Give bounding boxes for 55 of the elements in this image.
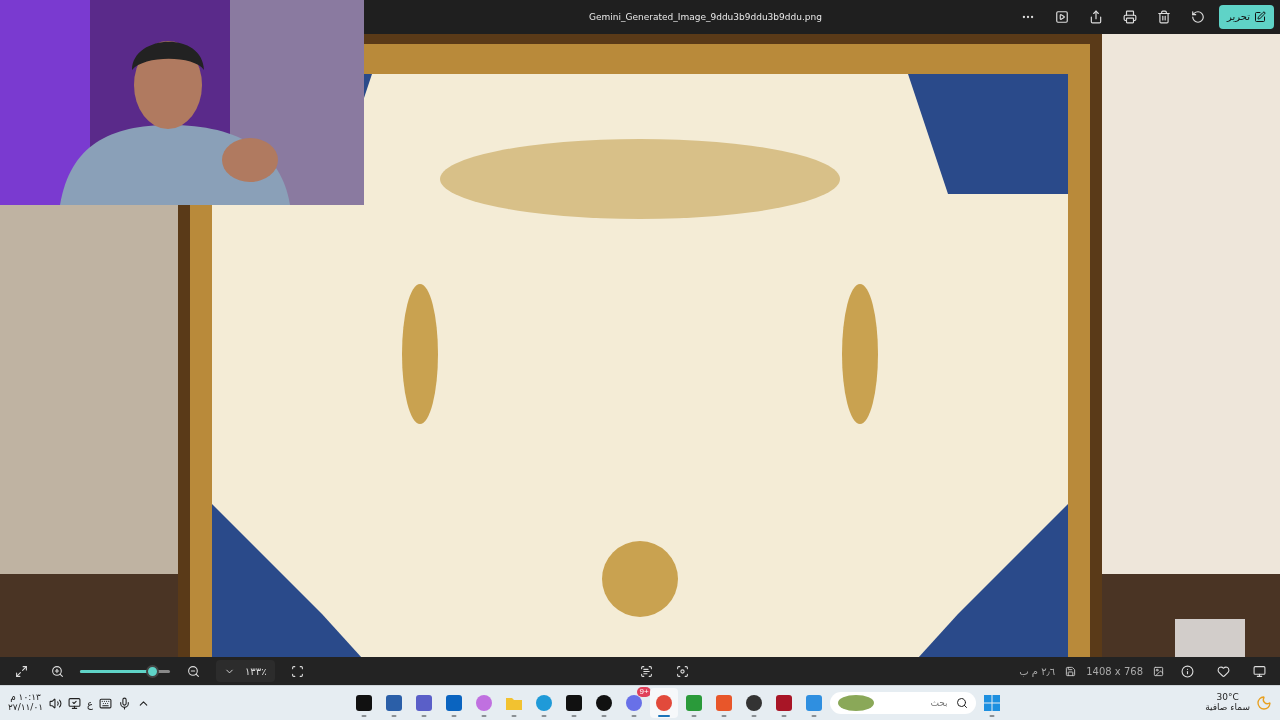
- save-icon: [1065, 665, 1077, 677]
- app-icon: [714, 694, 733, 713]
- rotate-icon: [1190, 9, 1205, 24]
- microphone-icon[interactable]: [118, 696, 132, 710]
- app-icon: [384, 694, 403, 713]
- search-bar[interactable]: بحث: [829, 692, 976, 715]
- frame-icon: [291, 664, 304, 678]
- app-icon: [534, 694, 553, 713]
- zoom-dropdown[interactable]: ١٣٣٪: [216, 660, 275, 683]
- clock-date: ٢٧/١١/٠١: [8, 703, 44, 713]
- app-icon: [594, 694, 613, 713]
- monitor-icon: [1252, 664, 1266, 678]
- network-icon[interactable]: [68, 696, 82, 710]
- file-size: ٢٫٦ م ب: [1019, 665, 1056, 677]
- app-icon: [414, 694, 433, 713]
- zoom-in-icon: [50, 664, 64, 678]
- clock-time: ١٠:١٣ م: [10, 693, 41, 703]
- trash-icon: [1156, 9, 1171, 24]
- app-icon: [474, 694, 493, 713]
- weather-condition: سماء صافية: [1205, 703, 1250, 713]
- zoom-slider[interactable]: [80, 664, 170, 678]
- search-input[interactable]: بحث: [879, 697, 950, 710]
- app-icon: [684, 694, 703, 713]
- landscape-icon: [837, 695, 874, 712]
- search-icon: [955, 697, 968, 710]
- app-icon: [354, 694, 373, 713]
- app-icon: [624, 694, 643, 713]
- share-icon: [1088, 9, 1103, 24]
- app-icon: [804, 694, 823, 713]
- printer-icon: [1122, 9, 1137, 24]
- file-title: Gemini_Generated_Image_9ddu3b9ddu3b9ddu.png: [588, 11, 823, 22]
- app-icon: [982, 694, 1001, 713]
- app-icon: [774, 694, 793, 713]
- image-dimensions: 1408 x 768: [1086, 665, 1143, 677]
- expand-icon: [14, 664, 28, 678]
- keyboard-icon[interactable]: [99, 696, 113, 710]
- zoom-out-icon: [186, 664, 200, 678]
- play-icon: [1054, 9, 1069, 24]
- focus-icon: [676, 664, 690, 678]
- heart-icon: [1216, 664, 1230, 678]
- app-icon: [564, 694, 583, 713]
- language-indicator[interactable]: ع: [87, 697, 94, 709]
- image-icon: [1153, 665, 1164, 677]
- pen-icon: [1254, 10, 1266, 23]
- app-icon: [654, 694, 673, 713]
- app-icon: [744, 694, 763, 713]
- volume-icon[interactable]: [49, 696, 63, 710]
- taskbar-app[interactable]: 9+: [619, 688, 648, 719]
- info-icon: [1180, 664, 1194, 678]
- edit-button[interactable]: تحرير: [1218, 4, 1274, 29]
- slider-thumb[interactable]: [146, 664, 159, 678]
- weather-temperature: 30°C: [1216, 693, 1239, 703]
- notification-badge: 9+: [637, 687, 651, 698]
- app-icon: [444, 694, 463, 713]
- scan-text-icon: [640, 664, 654, 678]
